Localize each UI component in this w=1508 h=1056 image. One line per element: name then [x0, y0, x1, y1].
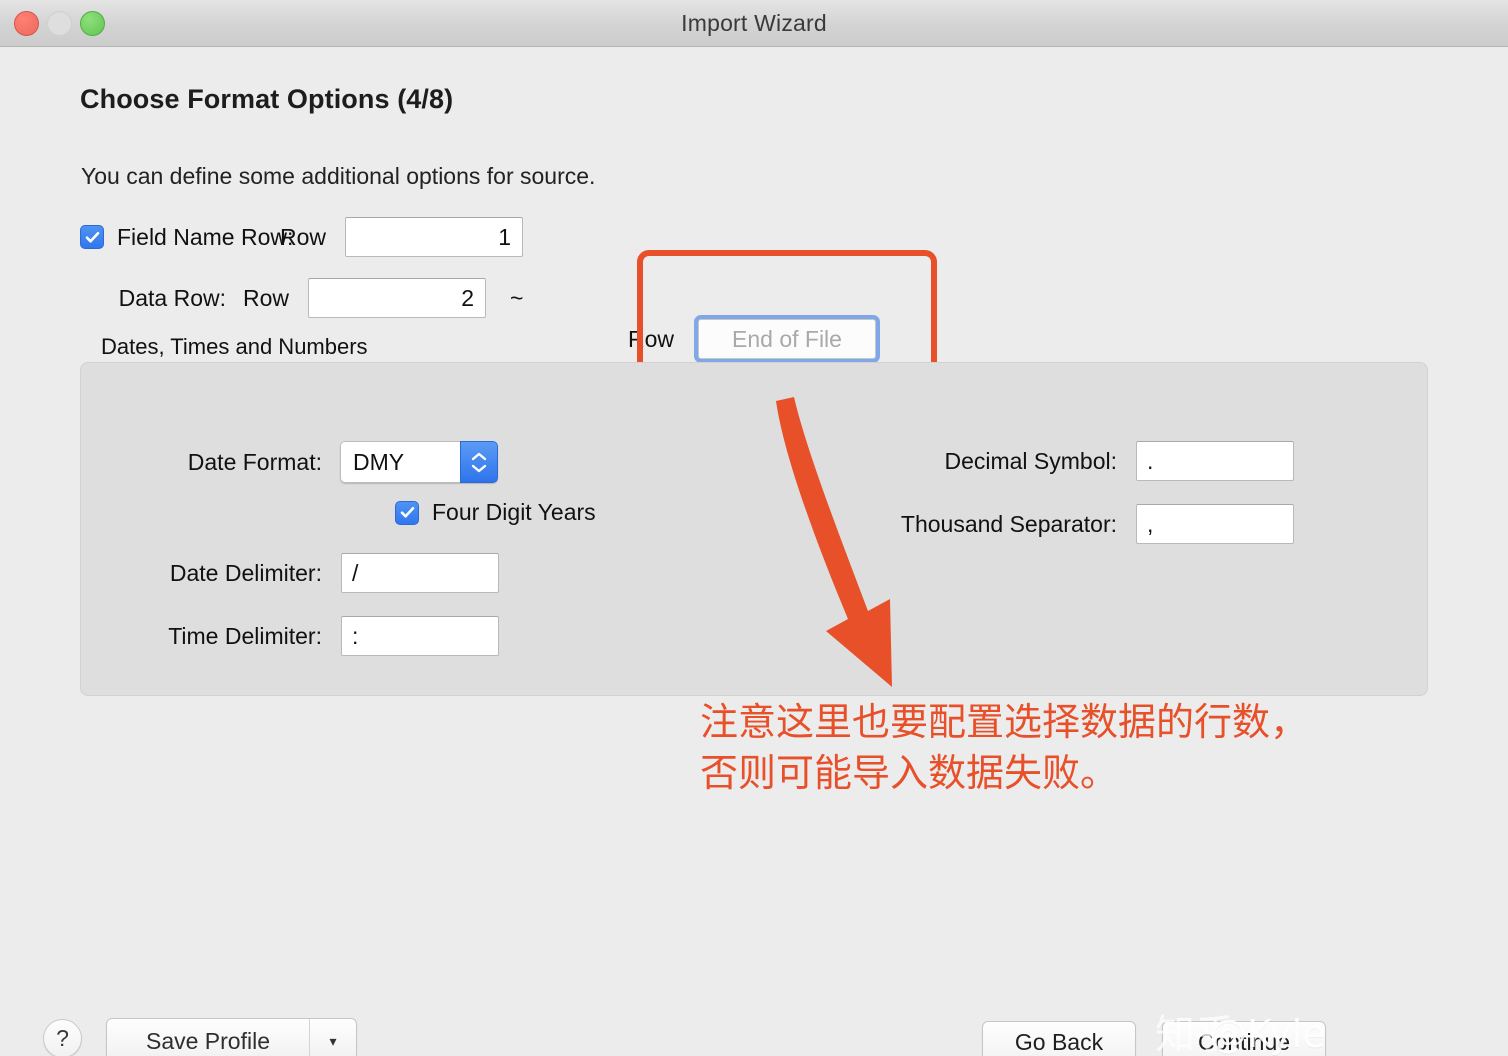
- continue-button[interactable]: Continue: [1162, 1021, 1326, 1056]
- wizard-content: Choose Format Options (4/8) You can defi…: [0, 47, 1508, 1056]
- save-profile-dropdown-arrow-icon[interactable]: ▾: [310, 1019, 356, 1056]
- data-row-group: Data Row: Row 2 ~: [80, 278, 523, 318]
- date-format-row: Date Format: DMY: [145, 441, 498, 483]
- data-row-end-input[interactable]: End of File: [698, 319, 876, 359]
- field-name-row-row-word: Row: [280, 223, 327, 250]
- date-delimiter-input[interactable]: /: [341, 553, 499, 593]
- four-digit-years-label: Four Digit Years: [432, 499, 596, 525]
- decimal-symbol-input[interactable]: .: [1136, 441, 1294, 481]
- data-row-label: Data Row:: [118, 284, 226, 311]
- data-row-range-separator: ~: [510, 284, 524, 311]
- thousand-separator-row: Thousand Separator: ,: [797, 504, 1294, 544]
- group-box-caption: Dates, Times and Numbers: [101, 334, 368, 359]
- data-row-end-field-focus-ring: End of File: [694, 315, 880, 363]
- data-row-row-word: Row: [243, 284, 290, 311]
- field-name-row-label: Field Name Row:: [117, 223, 294, 250]
- date-format-stepper-combo[interactable]: DMY: [340, 441, 498, 483]
- time-delimiter-row: Time Delimiter: :: [121, 616, 499, 656]
- field-name-row-checkbox[interactable]: [80, 225, 104, 249]
- save-profile-button[interactable]: Save Profile: [107, 1019, 310, 1056]
- window-title: Import Wizard: [681, 10, 827, 36]
- help-button[interactable]: ?: [43, 1019, 82, 1056]
- save-profile-split-button[interactable]: Save Profile ▾: [106, 1018, 357, 1056]
- date-delimiter-label: Date Delimiter:: [169, 559, 322, 586]
- annotation-text: 注意这里也要配置选择数据的行数， 否则可能导入数据失败。: [700, 700, 1309, 795]
- data-row-start-input[interactable]: 2: [308, 278, 487, 318]
- import-wizard-window: Import Wizard Choose Format Options (4/8…: [0, 0, 1508, 1056]
- thousand-separator-input[interactable]: ,: [1136, 504, 1294, 544]
- time-delimiter-input[interactable]: :: [341, 616, 499, 656]
- chevron-down-icon: [471, 464, 487, 472]
- dates-times-numbers-groupbox: Date Format: DMY Four Digit Years Date D…: [80, 362, 1428, 696]
- date-delimiter-row: Date Delimiter: /: [121, 553, 499, 593]
- decimal-symbol-label: Decimal Symbol:: [944, 447, 1117, 474]
- time-delimiter-label: Time Delimiter:: [168, 622, 322, 649]
- chevron-up-icon: [471, 452, 487, 460]
- page-title: Choose Format Options (4/8): [80, 84, 454, 114]
- four-digit-years-checkbox[interactable]: [395, 500, 419, 525]
- page-subtitle: You can define some additional options f…: [81, 163, 596, 189]
- window-titlebar: Import Wizard: [0, 0, 1508, 47]
- data-row-end-row-word: Row: [628, 326, 675, 352]
- decimal-symbol-row: Decimal Symbol: .: [847, 441, 1294, 481]
- go-back-button[interactable]: Go Back: [982, 1021, 1136, 1056]
- date-format-stepper-buttons[interactable]: [460, 441, 498, 483]
- date-format-value: DMY: [340, 441, 460, 483]
- checkmark-icon: [85, 231, 99, 243]
- checkmark-icon: [400, 507, 414, 518]
- thousand-separator-label: Thousand Separator:: [900, 510, 1117, 537]
- four-digit-years-row: Four Digit Years: [395, 499, 596, 526]
- field-name-row-input[interactable]: 1: [345, 217, 524, 257]
- help-button-label: ?: [56, 1025, 69, 1051]
- date-format-label: Date Format:: [187, 448, 322, 475]
- field-name-row-group: Field Name Row: Row 1: [80, 217, 524, 257]
